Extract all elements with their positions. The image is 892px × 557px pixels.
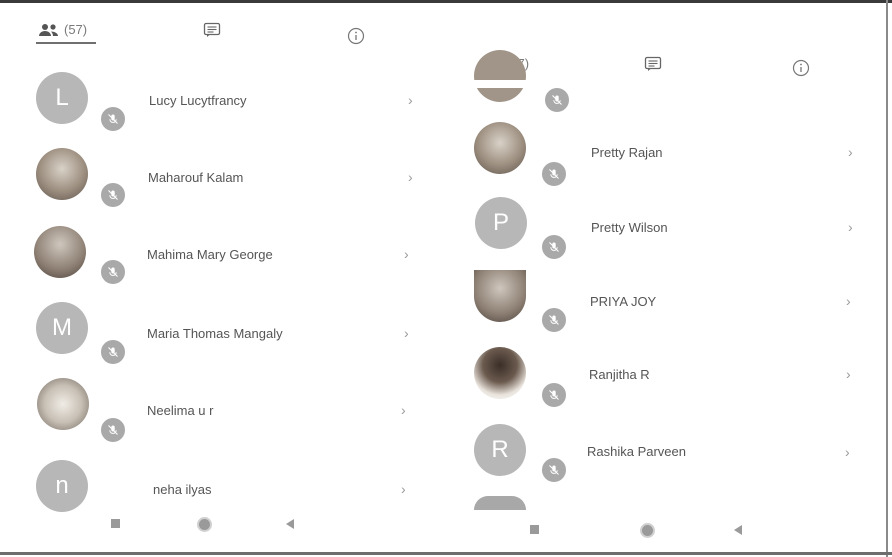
participant-name: Rashika Parveen	[587, 444, 686, 459]
circle-icon[interactable]	[197, 517, 212, 532]
avatar	[474, 270, 526, 322]
participant-name: Maharouf Kalam	[148, 170, 244, 185]
participant-row[interactable]: Pretty Rajan ›	[444, 112, 884, 188]
avatar	[34, 226, 86, 278]
tab-chat[interactable]	[203, 22, 221, 38]
tab-participants[interactable]: (57)	[38, 22, 87, 37]
participant-row[interactable]: n neha ilyas ›	[0, 446, 440, 521]
tab-info[interactable]	[792, 59, 810, 77]
participants-panel-left: (57) L Lucy Lucytfrancy › Maharouf Kalam…	[0, 0, 440, 557]
system-nav-bar	[444, 520, 884, 550]
avatar: R	[474, 424, 526, 476]
chat-icon	[644, 56, 662, 72]
mic-off-icon	[540, 381, 568, 409]
tab-active-indicator	[36, 42, 96, 44]
participant-row[interactable]: Neelima u r ›	[0, 368, 440, 444]
mic-off-icon	[540, 160, 568, 188]
participant-name: neha ilyas	[153, 482, 212, 497]
tab-bar-background	[444, 80, 884, 88]
chevron-right-icon[interactable]: ›	[401, 402, 406, 418]
chevron-right-icon[interactable]: ›	[408, 92, 413, 108]
tab-info[interactable]	[347, 27, 365, 45]
tab-chat[interactable]	[644, 56, 662, 72]
info-icon	[347, 27, 365, 45]
participant-name: Pretty Rajan	[591, 145, 663, 160]
mic-off-icon	[540, 456, 568, 484]
chevron-right-icon[interactable]: ›	[408, 169, 413, 185]
circle-icon[interactable]	[640, 523, 655, 538]
avatar	[37, 378, 89, 430]
participant-name: Mahima Mary George	[147, 247, 273, 262]
back-triangle-icon[interactable]	[286, 519, 294, 529]
participants-count: (57)	[64, 22, 88, 37]
avatar: M	[36, 302, 88, 354]
chevron-right-icon[interactable]: ›	[845, 444, 850, 460]
square-icon[interactable]	[530, 525, 539, 534]
mic-off-icon	[540, 306, 568, 334]
participant-name: Neelima u r	[147, 403, 214, 418]
chevron-right-icon[interactable]: ›	[846, 293, 851, 309]
avatar	[36, 148, 88, 200]
avatar: P	[475, 197, 527, 249]
participant-name: Maria Thomas Mangaly	[147, 326, 283, 341]
chevron-right-icon[interactable]: ›	[848, 219, 853, 235]
avatar	[474, 496, 526, 510]
right-border	[886, 0, 888, 557]
participant-row[interactable]: Mahima Mary George ›	[0, 214, 440, 289]
participant-name: Lucy Lucytfrancy	[149, 93, 247, 108]
mic-off-icon	[99, 416, 127, 444]
participant-name: Pretty Wilson	[591, 220, 668, 235]
info-icon	[792, 59, 810, 77]
participant-row[interactable]: R Rashika Parveen ›	[444, 412, 884, 487]
participant-name: Ranjitha R	[589, 367, 650, 382]
mic-off-icon	[99, 105, 127, 133]
mic-off-icon	[540, 233, 568, 261]
participant-row[interactable]: Ranjitha R ›	[444, 337, 884, 412]
mic-off-icon	[99, 181, 127, 209]
mic-off-icon	[99, 338, 127, 366]
people-icon	[38, 23, 60, 37]
avatar	[474, 50, 526, 102]
back-triangle-icon[interactable]	[734, 525, 742, 535]
avatar	[474, 122, 526, 174]
participant-row[interactable]: P Pretty Wilson ›	[444, 187, 884, 262]
chat-icon	[203, 22, 221, 38]
chevron-right-icon[interactable]: ›	[848, 144, 853, 160]
mic-off-icon	[99, 258, 127, 286]
participants-panel-right: (57)	[444, 0, 884, 557]
chevron-right-icon[interactable]: ›	[404, 325, 409, 341]
chevron-right-icon[interactable]: ›	[401, 481, 406, 497]
square-icon[interactable]	[111, 519, 120, 528]
chevron-right-icon[interactable]: ›	[404, 246, 409, 262]
avatar: n	[36, 460, 88, 512]
system-nav-bar	[0, 514, 440, 544]
participant-row[interactable]: L Lucy Lucytfrancy ›	[0, 62, 440, 137]
avatar: L	[36, 72, 88, 124]
participant-row[interactable]: PRIYA JOY ›	[444, 262, 884, 337]
chevron-right-icon[interactable]: ›	[846, 366, 851, 382]
participant-name: PRIYA JOY	[590, 294, 657, 309]
participant-row[interactable]: Maharouf Kalam ›	[0, 138, 440, 213]
mic-off-icon	[543, 86, 571, 114]
participant-row[interactable]: M Maria Thomas Mangaly ›	[0, 290, 440, 366]
tab-bar: (57)	[0, 18, 440, 58]
avatar	[474, 347, 526, 399]
